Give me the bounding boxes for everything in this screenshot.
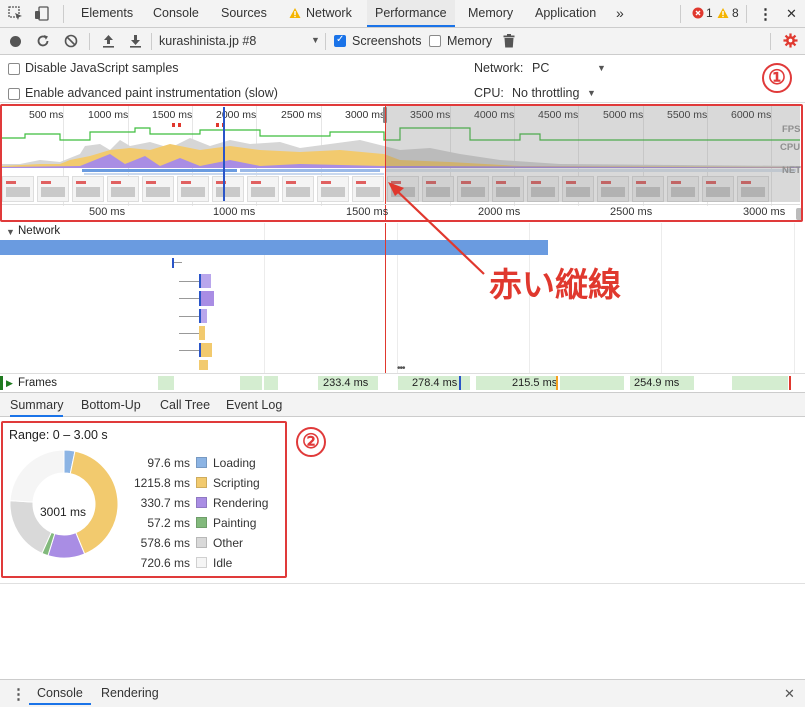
- frame-marker: [789, 376, 791, 390]
- record-icon[interactable]: [10, 36, 21, 47]
- close-drawer-icon[interactable]: ✕: [784, 686, 795, 702]
- summary-idle-value: 720.6 ms: [140, 556, 190, 570]
- screenshots-checkbox[interactable]: [334, 34, 346, 47]
- profile-select[interactable]: kurashinista.jp #8: [159, 34, 256, 48]
- capture-settings-pane: Disable JavaScript samples Enable advanc…: [0, 55, 805, 103]
- network-request-bar[interactable]: [199, 309, 207, 323]
- details-tabs: Summary Bottom-Up Call Tree Event Log: [0, 392, 805, 417]
- network-section-label: Network: [18, 225, 61, 237]
- clear-icon[interactable]: [64, 34, 78, 51]
- idle-swatch: [196, 557, 207, 568]
- tab-bottom-up[interactable]: Bottom-Up: [81, 393, 141, 417]
- network-expand-arrow[interactable]: ▼: [6, 227, 15, 237]
- tab-memory[interactable]: Memory: [468, 0, 513, 27]
- rendering-swatch: [196, 497, 207, 508]
- tab-performance[interactable]: Performance: [367, 0, 455, 27]
- annotation-marker-1: ①: [762, 63, 792, 93]
- save-profile-icon[interactable]: [129, 34, 142, 51]
- advanced-paint-label: Enable advanced paint instrumentation (s…: [25, 86, 278, 100]
- performance-toolbar: kurashinista.jp #8 ▼ Screenshots Memory: [0, 28, 805, 55]
- chevron-down-icon[interactable]: ▼: [587, 88, 596, 98]
- frame-duration-label: 278.4 ms: [412, 377, 458, 389]
- network-request-bar[interactable]: [199, 291, 214, 306]
- summary-other-value: 578.6 ms: [140, 536, 190, 550]
- memory-checkbox[interactable]: [429, 35, 441, 47]
- network-throttle-select[interactable]: PC: [532, 61, 549, 75]
- annotation-label: 赤い縦線: [489, 265, 621, 304]
- summary-painting-value: 57.2 ms: [147, 516, 190, 530]
- tab-elements[interactable]: Elements: [81, 0, 133, 27]
- summary-loading-label: Loading: [213, 456, 256, 470]
- tab-summary[interactable]: Summary: [10, 393, 64, 417]
- network-request-bar[interactable]: [199, 360, 208, 370]
- summary-scripting-value: 1215.8 ms: [133, 476, 190, 490]
- tab-event-log[interactable]: Event Log: [226, 393, 282, 417]
- error-icon[interactable]: [692, 7, 704, 22]
- cpu-throttle-select[interactable]: No throttling: [512, 86, 579, 100]
- network-throttle-label: Network:: [474, 61, 524, 75]
- frames-label: Frames: [18, 377, 57, 389]
- summary-panel: Range: 0 – 3.00 s 3001 ms 97.6 ms Loadin…: [0, 418, 805, 679]
- summary-range: Range: 0 – 3.00 s: [9, 428, 108, 442]
- chevron-down-icon[interactable]: ▼: [597, 63, 606, 73]
- summary-painting-label: Painting: [213, 516, 257, 530]
- tab-console[interactable]: Console: [153, 0, 199, 27]
- error-count: 1: [706, 6, 713, 20]
- summary-other-label: Other: [213, 536, 244, 550]
- disable-js-samples-label: Disable JavaScript samples: [25, 61, 179, 75]
- advanced-paint-checkbox[interactable]: [8, 88, 20, 100]
- frame-duration-label: 215.5 ms: [512, 377, 558, 389]
- summary-loading-value: 97.6 ms: [147, 456, 190, 470]
- chevron-down-icon[interactable]: ▼: [311, 35, 320, 45]
- warning-count-icon: [717, 7, 729, 22]
- disable-js-samples-checkbox[interactable]: [8, 63, 20, 75]
- close-devtools-icon[interactable]: ✕: [786, 6, 797, 22]
- cpu-throttle-label: CPU:: [474, 86, 504, 100]
- annotation-arrow: [388, 182, 485, 275]
- painting-swatch: [196, 517, 207, 528]
- drawer-tab-rendering[interactable]: Rendering: [101, 681, 159, 705]
- annotation-marker-2: ②: [296, 427, 326, 457]
- warning-icon: [289, 7, 301, 22]
- frame-duration-label: 233.4 ms: [323, 377, 369, 389]
- summary-scripting-label: Scripting: [213, 476, 260, 490]
- device-toolbar-icon[interactable]: [34, 6, 49, 21]
- summary-rendering-label: Rendering: [213, 496, 269, 510]
- drawer-menu-icon[interactable]: ⋮: [11, 685, 26, 703]
- tab-sources[interactable]: Sources: [221, 0, 267, 27]
- summary-total: 3001 ms: [40, 505, 87, 519]
- drawer-tab-console[interactable]: Console: [29, 681, 91, 705]
- network-request-bar[interactable]: [199, 274, 211, 288]
- reload-profile-icon[interactable]: [36, 34, 50, 51]
- more-tabs-button[interactable]: »: [616, 0, 624, 27]
- devtools-tabbar: Elements Console Sources Network Perform…: [0, 0, 805, 28]
- screenshots-label: Screenshots: [352, 34, 422, 48]
- drawer-tabbar: ⋮ Console Rendering ✕: [0, 679, 805, 707]
- tab-call-tree[interactable]: Call Tree: [160, 393, 210, 417]
- network-request-bar[interactable]: [199, 326, 205, 340]
- donut-slice-idle: [9, 449, 65, 503]
- inspect-element-icon[interactable]: [8, 6, 23, 21]
- network-request-bar[interactable]: [199, 343, 212, 357]
- loading-swatch: [196, 457, 207, 468]
- frame-marker: [556, 376, 558, 390]
- summary-donut-chart: [9, 449, 119, 559]
- scripting-swatch: [196, 477, 207, 488]
- frame-marker: [459, 376, 461, 390]
- other-swatch: [196, 537, 207, 548]
- devtools-menu-icon[interactable]: ⋮: [758, 5, 773, 23]
- summary-idle-label: Idle: [213, 556, 233, 570]
- frame-duration-label: 254.9 ms: [634, 377, 680, 389]
- frames-expand-arrow[interactable]: ▶: [6, 378, 13, 389]
- capture-settings-gear-icon[interactable]: [783, 33, 798, 51]
- memory-label: Memory: [447, 34, 493, 48]
- warning-count: 8: [732, 6, 739, 20]
- summary-divider: [0, 583, 805, 584]
- tab-application[interactable]: Application: [535, 0, 596, 27]
- load-profile-icon[interactable]: [102, 34, 115, 51]
- tab-network[interactable]: Network: [306, 0, 352, 27]
- trash-icon[interactable]: [503, 34, 515, 51]
- summary-rendering-value: 330.7 ms: [140, 496, 190, 510]
